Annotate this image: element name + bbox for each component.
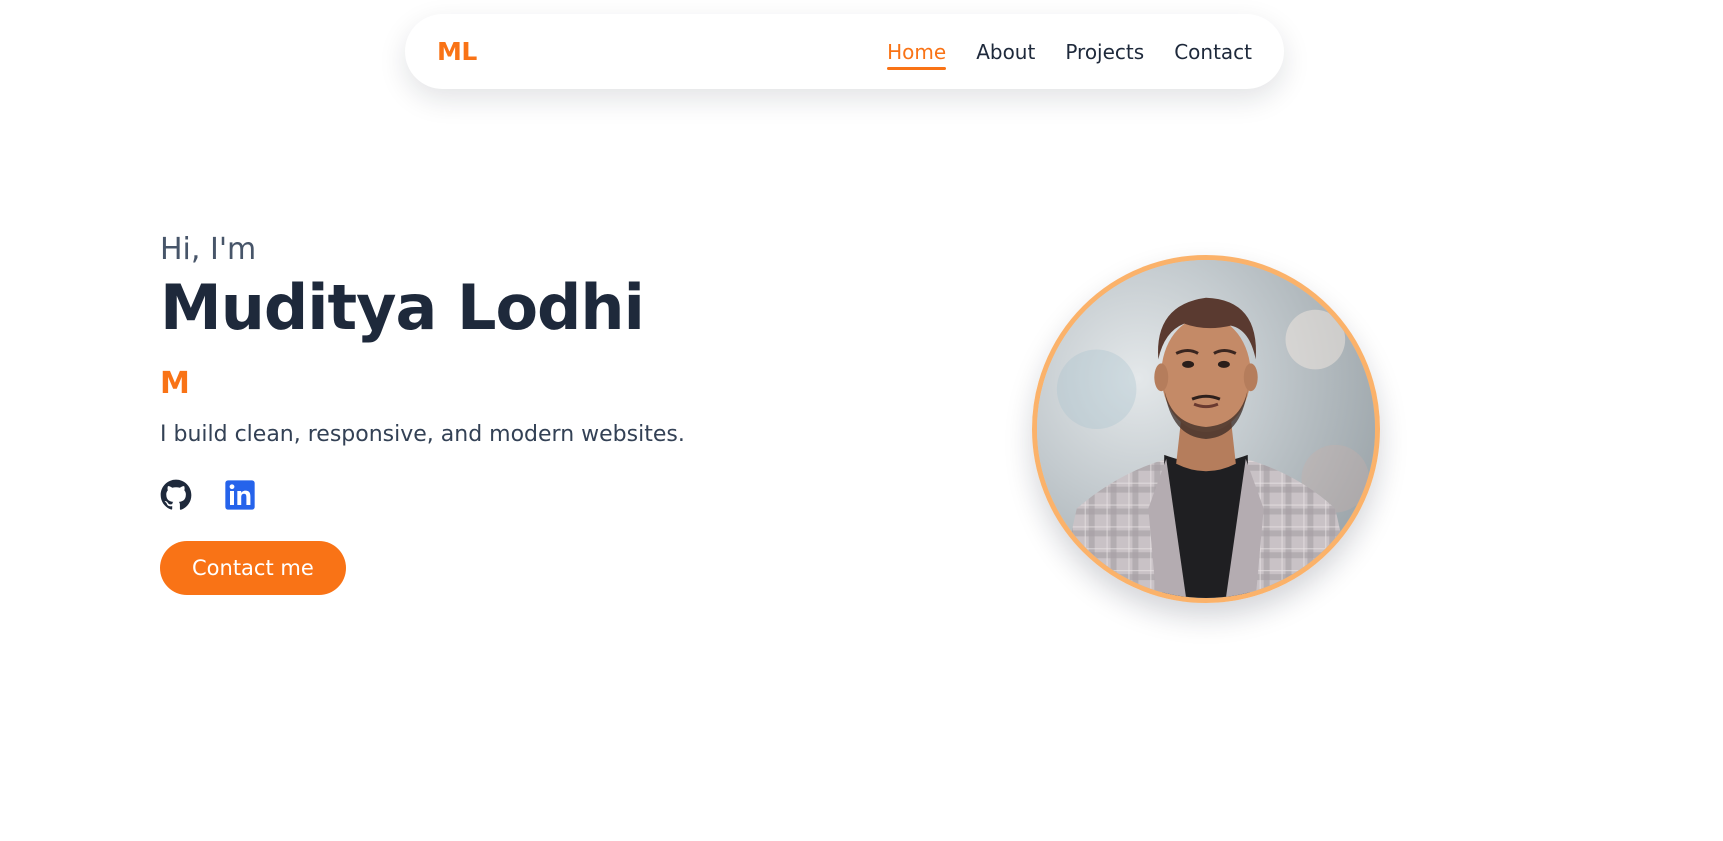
hero-section: Hi, I'm Muditya Lodhi M I build clean, r… bbox=[160, 232, 920, 596]
nav-link-home[interactable]: Home bbox=[887, 34, 947, 70]
social-links bbox=[160, 479, 920, 511]
linkedin-icon bbox=[224, 479, 256, 511]
nav-link-contact[interactable]: Contact bbox=[1174, 34, 1252, 70]
portfolio-page: ML Home About Projects Contact Hi, I'm M… bbox=[0, 0, 1723, 841]
logo[interactable]: ML bbox=[437, 37, 477, 66]
nav-link-projects[interactable]: Projects bbox=[1065, 34, 1144, 70]
typed-role-text: M bbox=[160, 366, 190, 402]
linkedin-link[interactable] bbox=[224, 479, 256, 511]
hero-greeting: Hi, I'm bbox=[160, 232, 257, 267]
github-icon bbox=[160, 479, 192, 511]
hero-tagline: I build clean, responsive, and modern we… bbox=[160, 422, 685, 448]
hero-name: Muditya Lodhi bbox=[160, 271, 645, 344]
nav-links: Home About Projects Contact bbox=[887, 34, 1252, 70]
profile-photo bbox=[1032, 255, 1380, 603]
contact-me-button[interactable]: Contact me bbox=[160, 541, 346, 596]
nav-link-about[interactable]: About bbox=[976, 34, 1035, 70]
github-link[interactable] bbox=[160, 479, 192, 511]
top-navbar: ML Home About Projects Contact bbox=[405, 14, 1284, 89]
